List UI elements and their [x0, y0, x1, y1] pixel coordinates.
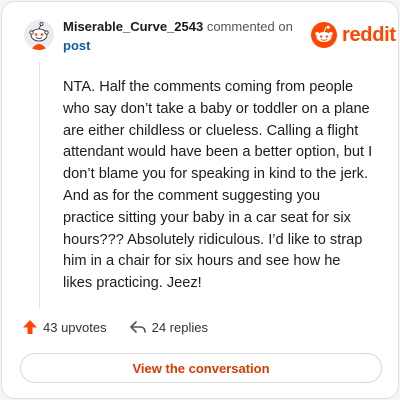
- reddit-logo-icon: [311, 22, 337, 48]
- reply-stat[interactable]: 24 replies: [129, 319, 208, 335]
- upvote-count: 43 upvotes: [43, 319, 107, 335]
- reply-arrow-icon: [129, 321, 146, 333]
- view-conversation-button[interactable]: View the conversation: [20, 353, 382, 383]
- reply-count: 24 replies: [151, 319, 208, 335]
- comment-stats: 43 upvotes 24 replies: [22, 319, 208, 335]
- upvote-stat[interactable]: 43 upvotes: [22, 319, 107, 335]
- upvote-arrow-icon: [23, 320, 37, 334]
- snoo-avatar-icon: [24, 20, 54, 50]
- brand-name: reddit: [342, 23, 396, 46]
- comment-body: NTA. Half the comments coming from peopl…: [63, 79, 373, 292]
- action-text: commented on: [206, 19, 293, 34]
- username[interactable]: Miserable_Curve_2543: [63, 19, 203, 34]
- post-link[interactable]: post: [63, 38, 90, 53]
- reddit-brand[interactable]: reddit: [311, 22, 396, 48]
- comment-header: Miserable_Curve_2543 commented on post: [63, 17, 293, 55]
- avatar[interactable]: [24, 20, 54, 50]
- comment-card: Miserable_Curve_2543 commented on post r…: [1, 1, 399, 399]
- thread-line: [39, 62, 40, 308]
